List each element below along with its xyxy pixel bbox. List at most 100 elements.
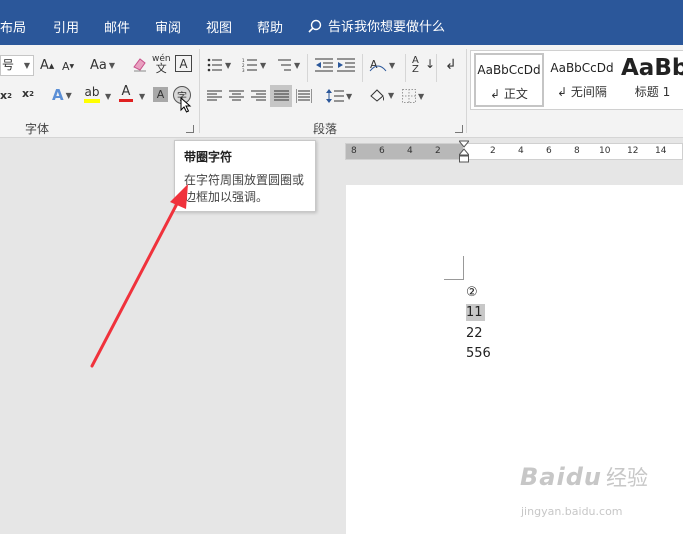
group-separator [199,49,200,133]
group-separator [436,54,437,82]
ruler-label: 14 [655,146,667,156]
shading-icon[interactable]: ▼ [368,87,394,103]
style-no-spacing[interactable]: AaBbCcDd ↲ 无间隔 [547,53,617,107]
decrease-indent-icon[interactable] [315,58,333,72]
chevron-down-icon: ▼ [225,60,232,70]
ruler-label: 4 [518,146,524,156]
ruler-label: 6 [379,146,385,156]
indent-marker-icon[interactable] [459,140,469,164]
watermark-logo-text: Baidu [520,463,602,491]
document-line[interactable]: ② [466,285,478,300]
tell-me-search[interactable]: 告诉我你想要做什么 [308,16,445,35]
watermark-sub-text: 经验 [605,466,648,490]
style-no-spacing-name: 无间隔 [570,85,607,99]
style-heading-1-sample: AaBb [621,55,683,81]
search-icon [308,19,322,33]
horizontal-ruler[interactable]: 8 6 4 2 2 4 6 8 10 12 14 [345,140,683,163]
tell-me-text: 告诉我你想要做什么 [328,20,446,35]
chevron-down-icon: ▼ [294,60,301,70]
character-shading-icon[interactable]: A [153,87,168,102]
tab-layout[interactable]: 布局 [0,17,26,36]
character-border-icon[interactable]: A [175,55,192,72]
chinese-layout-icon[interactable]: A ▼ [369,57,395,73]
chevron-down-icon[interactable]: ▼ [105,92,111,101]
phonetic-bottom: 文 [155,62,167,75]
ruler-label: 8 [574,146,580,156]
borders-icon[interactable]: ▼ [402,89,424,103]
document-line[interactable]: 556 [466,346,491,361]
font-color-icon[interactable]: A [119,84,133,102]
paragraph-mark-icon: ↲ [490,87,504,101]
ruler-label: 4 [407,146,413,156]
chevron-down-icon[interactable]: ▼ [139,92,145,101]
ruler-label: 10 [599,146,611,156]
align-center-icon[interactable] [229,90,244,102]
chevron-down-icon: ▼ [389,60,396,70]
align-right-icon[interactable] [251,90,266,102]
show-marks-icon[interactable]: ↲ [445,57,457,73]
multilevel-list-icon[interactable]: ▼ [276,58,300,72]
numbering-icon[interactable]: 123 ▼ [242,58,266,72]
font-group-label: 字体 [25,122,50,136]
chevron-down-icon: ▼ [65,90,72,100]
sort-icon[interactable]: AZ [412,56,419,75]
margin-crop-mark [444,279,464,280]
tab-references[interactable]: 引用 [53,17,79,36]
ruler-label: 8 [351,146,357,156]
group-separator [466,49,467,133]
style-normal[interactable]: AaBbCcDd ↲ 正文 [474,53,544,107]
chevron-down-icon: ▼ [260,60,267,70]
group-separator [307,54,308,82]
tooltip-title: 带圈字符 [184,150,233,164]
change-case-button[interactable]: Aa ▼ [90,58,115,73]
change-case-label: Aa [90,58,107,73]
tooltip-body: 在字符周围放置圆圈或 边框加以强调。 [184,172,306,206]
style-no-spacing-sample: AaBbCcDd [550,61,614,75]
watermark-url: jingyan.baidu.com [521,505,623,518]
document-line[interactable]: 22 [466,326,483,341]
distributed-icon[interactable] [296,89,312,103]
phonetic-guide-icon[interactable]: wén 文 [152,54,171,74]
tab-view[interactable]: 视图 [206,17,232,36]
ribbon-tab-bar: 布局 引用 邮件 审阅 视图 帮助 告诉我你想要做什么 [0,0,683,45]
mouse-pointer-icon [180,97,192,113]
chevron-down-icon: ▼ [23,61,30,70]
style-heading-1-name: 标题 1 [634,85,671,99]
style-normal-name: 正文 [503,87,528,101]
sort-arrow-icon: ↓ [425,57,436,71]
svg-text:3: 3 [242,68,245,72]
line-spacing-icon[interactable]: ▼ [326,89,352,103]
styles-gallery: AaBbCcDd ↲ 正文 AaBbCcDd ↲ 无间隔 AaBb 标题 1 [470,50,683,110]
ruler-label: 2 [435,146,441,156]
font-dialog-launcher-icon[interactable] [186,125,194,133]
font-size-combobox[interactable]: 号 ▼ [0,55,34,76]
increase-indent-icon[interactable] [337,58,355,72]
tab-review[interactable]: 审阅 [155,17,181,36]
tab-mailings[interactable]: 邮件 [104,17,130,36]
justify-icon[interactable] [270,85,292,107]
tab-help[interactable]: 帮助 [257,17,283,36]
text-highlight-icon[interactable]: ab [84,85,100,103]
tooltip-body-line: 边框加以强调。 [184,190,269,204]
style-heading-1[interactable]: AaBb 标题 1 [621,53,683,107]
paragraph-dialog-launcher-icon[interactable] [455,125,463,133]
paragraph-group-label: 段落 [313,122,338,136]
enclosed-character-tooltip: 带圈字符 在字符周围放置圆圈或 边框加以强调。 [174,140,316,212]
bullets-icon[interactable]: ▼ [207,58,231,72]
grow-font-icon[interactable]: A ▲ [40,58,54,73]
paragraph-mark-icon: ↲ [557,85,571,99]
group-separator [362,54,363,82]
shrink-font-icon[interactable]: A ▼ [62,60,74,73]
text-effects-icon[interactable]: A ▼ [52,86,72,104]
ribbon: 号 ▼ A ▲ A ▼ Aa ▼ wén 文 A x2 x2 A ▼ ab ▼ A ▼ … [0,45,683,138]
font-size-value: 号 [2,58,15,72]
group-separator [405,54,406,82]
margin-crop-mark [463,256,464,279]
tooltip-body-line: 在字符周围放置圆圈或 [184,173,305,187]
subscript-icon[interactable]: x2 [0,89,12,102]
superscript-icon[interactable]: x2 [22,87,34,100]
document-line-selected[interactable]: 11 [466,304,485,321]
align-left-icon[interactable] [207,90,222,102]
clear-formatting-icon[interactable] [131,55,149,73]
chevron-down-icon: ▼ [418,91,425,101]
